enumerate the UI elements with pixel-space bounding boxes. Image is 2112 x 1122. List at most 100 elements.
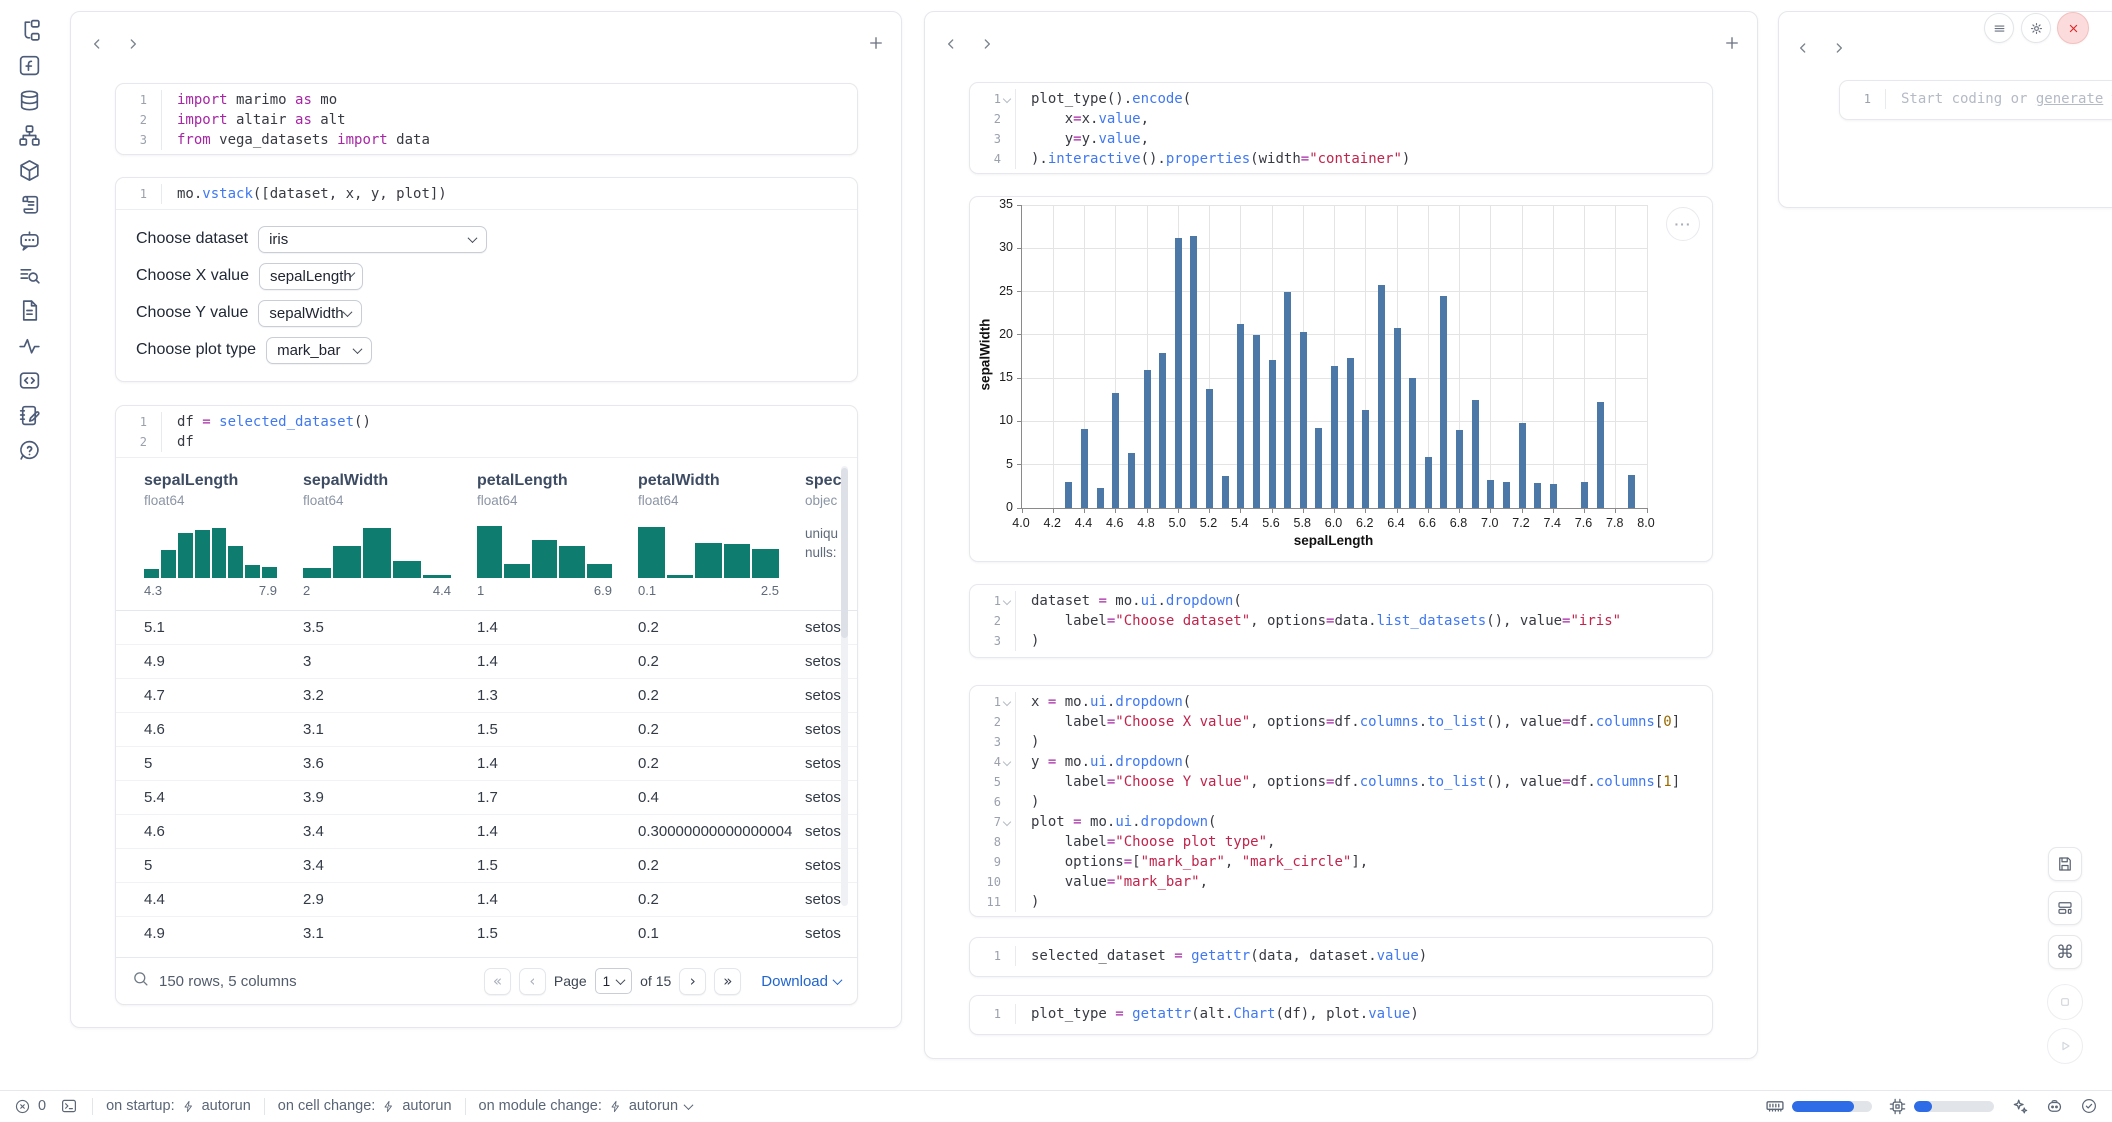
table-row[interactable]: 4.73.21.30.2setos bbox=[116, 678, 857, 712]
notebook-menu-button[interactable] bbox=[1984, 13, 2014, 43]
command-palette-button[interactable]: ⌘ bbox=[2048, 935, 2082, 969]
y-value-select[interactable]: sepalWidth bbox=[258, 300, 362, 327]
sidebar-item-dependencies[interactable] bbox=[16, 123, 42, 149]
ai-assist-button[interactable] bbox=[2010, 1097, 2029, 1116]
table-scrollbar[interactable] bbox=[841, 466, 848, 906]
x-value-select[interactable]: sepalLength bbox=[259, 263, 363, 290]
fold-chevron-icon[interactable] bbox=[1001, 697, 1012, 708]
column-type: float64 bbox=[144, 493, 303, 508]
plot-type-select[interactable]: mark_bar bbox=[266, 337, 372, 364]
panel-back-button[interactable] bbox=[89, 36, 105, 52]
sidebar-item-file-tree[interactable] bbox=[16, 18, 42, 44]
error-count: 0 bbox=[38, 1098, 46, 1114]
runtime-item[interactable]: on module change:autorun bbox=[479, 1098, 693, 1114]
sidebar-item-snippets[interactable] bbox=[16, 368, 42, 394]
command-icon: ⌘ bbox=[2056, 943, 2074, 961]
page-select[interactable]: 1 bbox=[595, 968, 633, 994]
settings-button[interactable] bbox=[2021, 13, 2051, 43]
sidebar-item-logs[interactable] bbox=[16, 263, 42, 289]
terminal-button[interactable] bbox=[60, 1097, 78, 1115]
fold-spacer bbox=[1001, 877, 1012, 888]
sidebar-item-functions[interactable] bbox=[16, 53, 42, 79]
panel-forward-button[interactable] bbox=[125, 36, 141, 52]
close-panel-button[interactable] bbox=[2057, 12, 2089, 44]
column-header-petalLength[interactable]: petalLengthfloat6416.9 bbox=[477, 472, 638, 598]
chart-bar bbox=[1503, 482, 1510, 508]
cell-dataset-dropdown[interactable]: 1dataset = mo.ui.dropdown(2 label="Choos… bbox=[969, 584, 1713, 658]
sidebar-item-datasources[interactable] bbox=[16, 88, 42, 114]
panel-forward-button[interactable] bbox=[979, 36, 995, 52]
chart-plot-area[interactable] bbox=[1021, 205, 1647, 509]
sidebar-item-documentation[interactable] bbox=[16, 193, 42, 219]
cell-xyplot-dropdowns[interactable]: 1x = mo.ui.dropdown(2 label="Choose X va… bbox=[969, 685, 1713, 917]
code-editor[interactable]: 1mo.vstack([dataset, x, y, plot]) bbox=[116, 178, 857, 209]
fold-chevron-icon[interactable] bbox=[1001, 596, 1012, 607]
sidebar-item-tracing[interactable] bbox=[16, 333, 42, 359]
column-header-speci[interactable]: speciobjecuniqunulls: bbox=[805, 472, 857, 598]
previous-page-button[interactable]: ‹ bbox=[519, 968, 546, 995]
panel-back-button[interactable] bbox=[943, 36, 959, 52]
sidebar-item-chat[interactable] bbox=[16, 228, 42, 254]
table-row[interactable]: 53.61.40.2setos bbox=[116, 746, 857, 780]
table-row[interactable]: 4.93.11.50.1setos bbox=[116, 916, 857, 950]
cpu-usage[interactable] bbox=[1888, 1097, 1994, 1116]
cell-plot-encode[interactable]: 1plot_type().encode(2 x=x.value,3 y=y.va… bbox=[969, 82, 1713, 174]
sidebar-item-packages[interactable] bbox=[16, 158, 42, 184]
dataset-select[interactable]: iris bbox=[258, 226, 487, 253]
column-header-petalWidth[interactable]: petalWidthfloat640.12.5 bbox=[638, 472, 805, 598]
chart-actions-button[interactable]: ··· bbox=[1666, 207, 1700, 241]
last-page-button[interactable]: » bbox=[714, 968, 741, 995]
code-editor[interactable]: 1plot_type = getattr(alt.Chart(df), plot… bbox=[970, 996, 1712, 1032]
table-row[interactable]: 4.42.91.40.2setos bbox=[116, 882, 857, 916]
fold-chevron-icon[interactable] bbox=[1001, 817, 1012, 828]
code-editor[interactable]: 1dataset = mo.ui.dropdown(2 label="Choos… bbox=[970, 585, 1712, 656]
first-page-button[interactable]: « bbox=[484, 968, 511, 995]
fold-spacer bbox=[1001, 717, 1012, 728]
dataset-control: Choose datasetiris bbox=[136, 225, 837, 253]
code-editor[interactable]: 1selected_dataset = getattr(data, datase… bbox=[970, 938, 1712, 974]
cell-plot-type[interactable]: 1plot_type = getattr(alt.Chart(df), plot… bbox=[969, 995, 1713, 1035]
sidebar-item-help[interactable] bbox=[16, 438, 42, 464]
code-editor[interactable]: 1import marimo as mo2import altair as al… bbox=[116, 84, 857, 155]
cell-vstack[interactable]: 1mo.vstack([dataset, x, y, plot]) Choose… bbox=[115, 177, 858, 382]
runtime-item[interactable]: on cell change:autorun bbox=[278, 1098, 452, 1114]
search-icon[interactable] bbox=[132, 970, 149, 992]
runtime-item[interactable]: on startup:autorun bbox=[106, 1098, 251, 1114]
table-row[interactable]: 53.41.50.2setos bbox=[116, 848, 857, 882]
fold-chevron-icon[interactable] bbox=[1001, 757, 1012, 768]
code-editor[interactable]: 1plot_type().encode(2 x=x.value,3 y=y.va… bbox=[970, 83, 1712, 174]
column-header-sepalLength[interactable]: sepalLengthfloat644.37.9 bbox=[144, 472, 303, 598]
cell-selected-dataset[interactable]: 1selected_dataset = getattr(data, datase… bbox=[969, 937, 1713, 977]
stop-button[interactable] bbox=[2047, 984, 2083, 1020]
copilot-button[interactable] bbox=[2045, 1097, 2064, 1116]
table-cell: 5.1 bbox=[144, 619, 303, 636]
code-editor[interactable]: 1x = mo.ui.dropdown(2 label="Choose X va… bbox=[970, 686, 1712, 917]
ai-prompt-input[interactable]: 1Start coding or generate with bbox=[1840, 81, 2112, 117]
connection-status-button[interactable] bbox=[2080, 1097, 2098, 1115]
chevron-down-icon bbox=[833, 975, 843, 985]
sidebar-item-scratchpad[interactable] bbox=[16, 403, 42, 429]
add-cell-button[interactable] bbox=[867, 34, 885, 52]
layout-toggle-button[interactable] bbox=[2048, 891, 2082, 925]
save-button[interactable] bbox=[2048, 847, 2082, 881]
panel-back-button[interactable] bbox=[1795, 40, 1811, 56]
column-header-sepalWidth[interactable]: sepalWidthfloat6424.4 bbox=[303, 472, 477, 598]
add-cell-button[interactable] bbox=[1723, 34, 1741, 52]
cell-dataframe[interactable]: 1df = selected_dataset()2df sepalLengthf… bbox=[115, 405, 858, 1005]
next-page-button[interactable]: › bbox=[679, 968, 706, 995]
table-row[interactable]: 5.13.51.40.2setos bbox=[116, 610, 857, 644]
run-button[interactable] bbox=[2047, 1028, 2083, 1064]
download-button[interactable]: Download bbox=[761, 973, 841, 990]
fold-chevron-icon[interactable] bbox=[1001, 94, 1012, 105]
table-row[interactable]: 4.63.41.40.30000000000000004setos bbox=[116, 814, 857, 848]
cell-ai-prompt[interactable]: 1Start coding or generate with bbox=[1839, 80, 2112, 120]
sidebar-item-outline[interactable] bbox=[16, 298, 42, 324]
error-count-badge[interactable]: 0 bbox=[14, 1098, 46, 1115]
code-editor[interactable]: 1df = selected_dataset()2df bbox=[116, 406, 857, 457]
table-row[interactable]: 4.63.11.50.2setos bbox=[116, 712, 857, 746]
table-row[interactable]: 4.931.40.2setos bbox=[116, 644, 857, 678]
table-row[interactable]: 5.43.91.70.4setos bbox=[116, 780, 857, 814]
panel-forward-button[interactable] bbox=[1831, 40, 1847, 56]
cell-imports[interactable]: 1import marimo as mo2import altair as al… bbox=[115, 83, 858, 155]
ram-usage[interactable] bbox=[1765, 1096, 1872, 1116]
